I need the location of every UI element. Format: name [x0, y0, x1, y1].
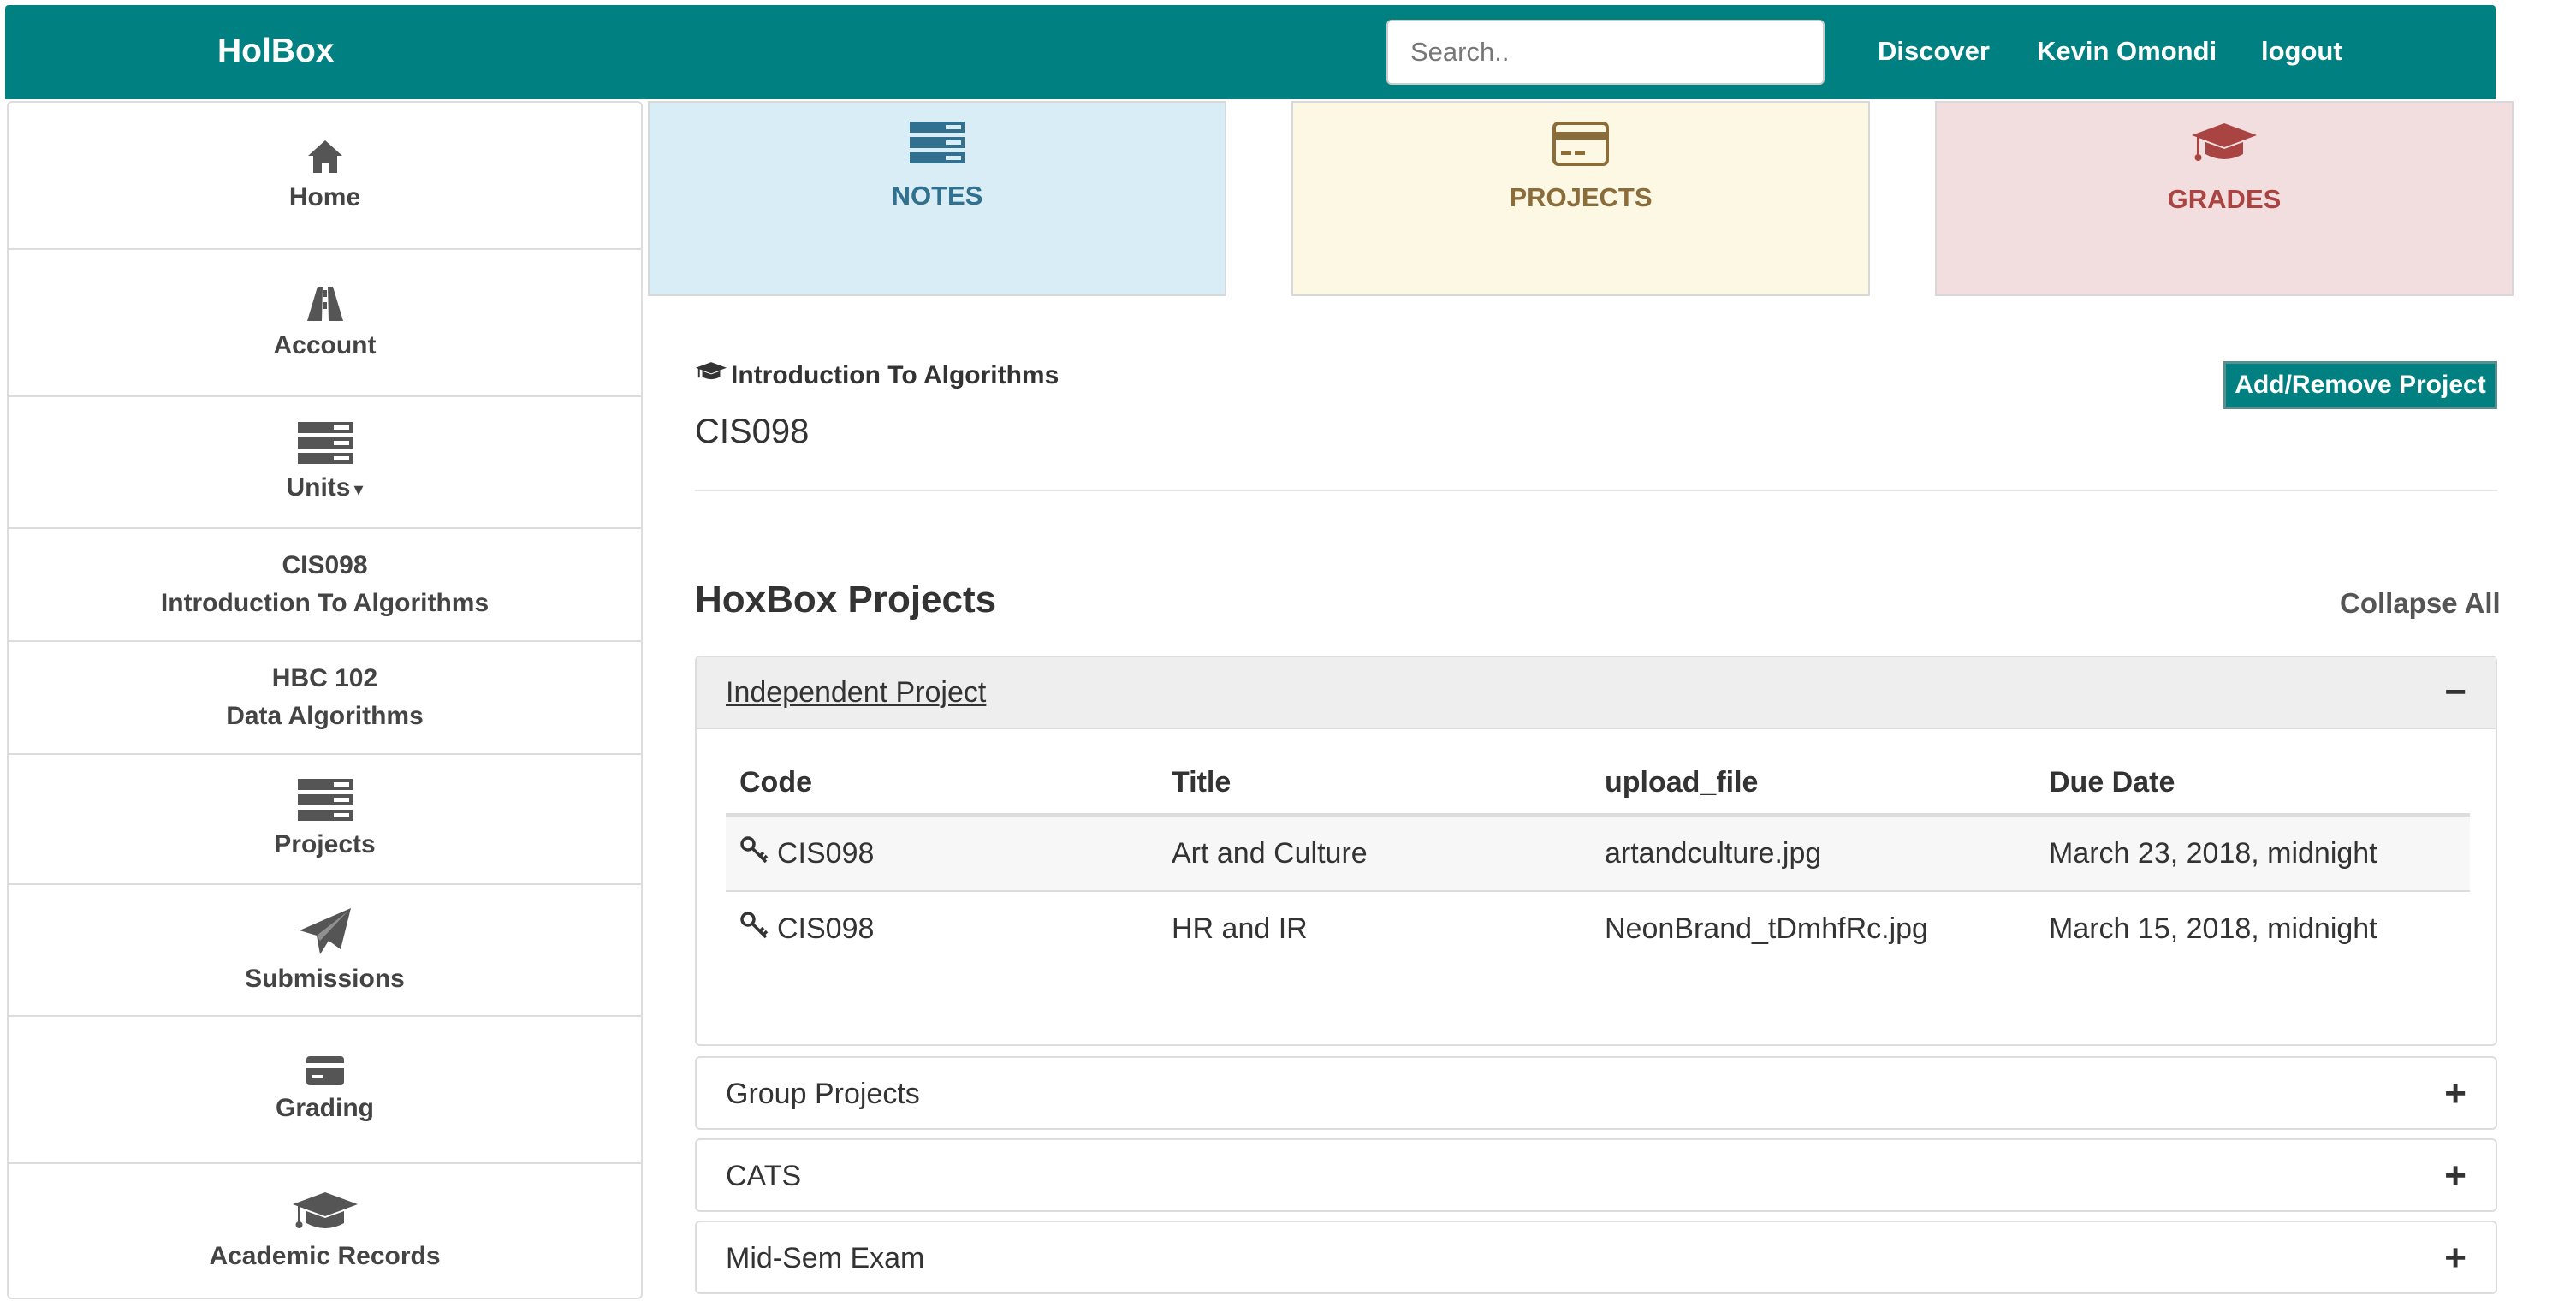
panel-header[interactable]: CATS +: [697, 1140, 2496, 1212]
credit-card-icon: [1552, 122, 1609, 170]
panel-mid-sem-exam[interactable]: Mid-Sem Exam +: [695, 1221, 2497, 1294]
unit-code: HBC 102: [271, 664, 378, 692]
sidebar-item-academic-records[interactable]: Academic Records: [9, 1164, 641, 1298]
unit-name: Introduction To Algorithms: [160, 589, 490, 617]
credit-card-icon: [306, 1056, 344, 1085]
projects-heading: HoxBox Projects: [695, 579, 997, 621]
minus-icon[interactable]: −: [2444, 674, 2466, 711]
sidebar-item-label: Account: [273, 331, 377, 359]
tile-projects[interactable]: PROJECTS: [1291, 101, 1870, 296]
title-cell: HR and IR: [1158, 890, 1591, 965]
unit-name: Data Algorithms: [226, 702, 424, 730]
sidebar-item-label: Grading: [275, 1094, 374, 1122]
tile-label: GRADES: [2167, 184, 2282, 214]
table-row: CIS098 HR and IR NeonBrand_tDmhfRc.jpg M…: [726, 890, 2470, 965]
plus-icon[interactable]: +: [2444, 1075, 2466, 1113]
sidebar-item-label: Projects: [274, 830, 376, 858]
panel-cats[interactable]: CATS +: [695, 1138, 2497, 1212]
search-input[interactable]: [1386, 20, 1825, 85]
file-cell[interactable]: NeonBrand_tDmhfRc.jpg: [1591, 890, 2035, 965]
unit-title: Introduction To Algorithms: [695, 361, 1059, 390]
panel-header[interactable]: Mid-Sem Exam +: [697, 1222, 2496, 1294]
add-remove-project-button[interactable]: Add/Remove Project: [2223, 361, 2497, 409]
unit-code: CIS098: [282, 551, 368, 579]
home-icon: [306, 139, 344, 175]
panel-title: Mid-Sem Exam: [726, 1241, 925, 1274]
due-date-cell: March 15, 2018, midnight: [2035, 890, 2470, 965]
plus-icon[interactable]: +: [2444, 1157, 2466, 1195]
sidebar-item-projects[interactable]: Projects: [9, 755, 641, 885]
plus-icon[interactable]: +: [2444, 1239, 2466, 1277]
column-header: Title: [1158, 751, 1591, 817]
graduation-cap-icon: [2190, 122, 2258, 172]
unit-title-text: Introduction To Algorithms: [731, 361, 1059, 389]
sidebar: Home Account Units ▾ CIS098 Introduction …: [7, 101, 643, 1299]
sidebar-item-home[interactable]: Home: [9, 103, 641, 250]
tile-label: NOTES: [891, 181, 983, 211]
sidebar-unit-hbc102[interactable]: HBC 102 Data Algorithms: [9, 642, 641, 755]
sidebar-unit-cis098[interactable]: CIS098 Introduction To Algorithms: [9, 529, 641, 642]
unit-code-heading: CIS098: [695, 413, 810, 450]
nav-user-link[interactable]: Kevin Omondi: [2037, 36, 2217, 67]
tile-notes[interactable]: NOTES: [648, 101, 1226, 296]
sidebar-item-account[interactable]: Account: [9, 250, 641, 397]
title-cell: Art and Culture: [1158, 814, 1591, 891]
collapse-all-link[interactable]: Collapse All: [2340, 587, 2501, 620]
divider: [695, 490, 2497, 491]
graduation-cap-icon: [291, 1191, 359, 1233]
panel-title: CATS: [726, 1159, 802, 1192]
nav-discover-link[interactable]: Discover: [1878, 36, 1990, 67]
panel-title-link[interactable]: Independent Project: [726, 676, 986, 710]
top-navbar: HolBox Discover Kevin Omondi logout: [5, 5, 2496, 99]
panel-title: Group Projects: [726, 1077, 920, 1110]
tile-grades[interactable]: GRADES: [1935, 101, 2514, 296]
column-header: Code: [726, 751, 1158, 817]
road-icon: [306, 285, 345, 323]
sidebar-item-label: Academic Records: [209, 1242, 441, 1270]
graduation-cap-icon: [695, 361, 727, 390]
server-icon: [910, 122, 965, 169]
table-row: CIS098 Art and Culture artandculture.jpg…: [726, 814, 2470, 891]
key-icon: [739, 911, 769, 948]
server-icon: [297, 422, 353, 465]
column-header: upload_file: [1591, 751, 2035, 817]
projects-table: Code Title upload_file Due Date CIS098 A…: [726, 751, 2470, 965]
sidebar-item-label: Units ▾: [286, 473, 364, 502]
nav-logout-link[interactable]: logout: [2261, 36, 2342, 67]
code-cell: CIS098: [726, 890, 1158, 965]
panel-group-projects[interactable]: Group Projects +: [695, 1056, 2497, 1130]
due-date-cell: March 23, 2018, midnight: [2035, 814, 2470, 891]
panel-header[interactable]: Group Projects +: [697, 1058, 2496, 1130]
paper-plane-icon: [298, 906, 353, 956]
brand-logo-link[interactable]: HolBox: [217, 33, 335, 70]
sidebar-item-units[interactable]: Units ▾: [9, 397, 641, 529]
sidebar-item-label: Submissions: [245, 965, 405, 993]
tile-label: PROJECTS: [1509, 182, 1653, 212]
panel-header[interactable]: Independent Project −: [697, 657, 2496, 729]
column-header: Due Date: [2035, 751, 2470, 817]
caret-down-icon: ▾: [353, 478, 364, 500]
sidebar-item-grading[interactable]: Grading: [9, 1017, 641, 1164]
sidebar-item-label: Home: [288, 183, 361, 211]
server-icon: [297, 779, 353, 822]
panel-independent-project: Independent Project − Code Title upload_…: [695, 656, 2497, 1046]
code-cell: CIS098: [726, 814, 1158, 891]
sidebar-item-submissions[interactable]: Submissions: [9, 885, 641, 1017]
file-cell[interactable]: artandculture.jpg: [1591, 814, 2035, 891]
key-icon: [739, 835, 769, 872]
